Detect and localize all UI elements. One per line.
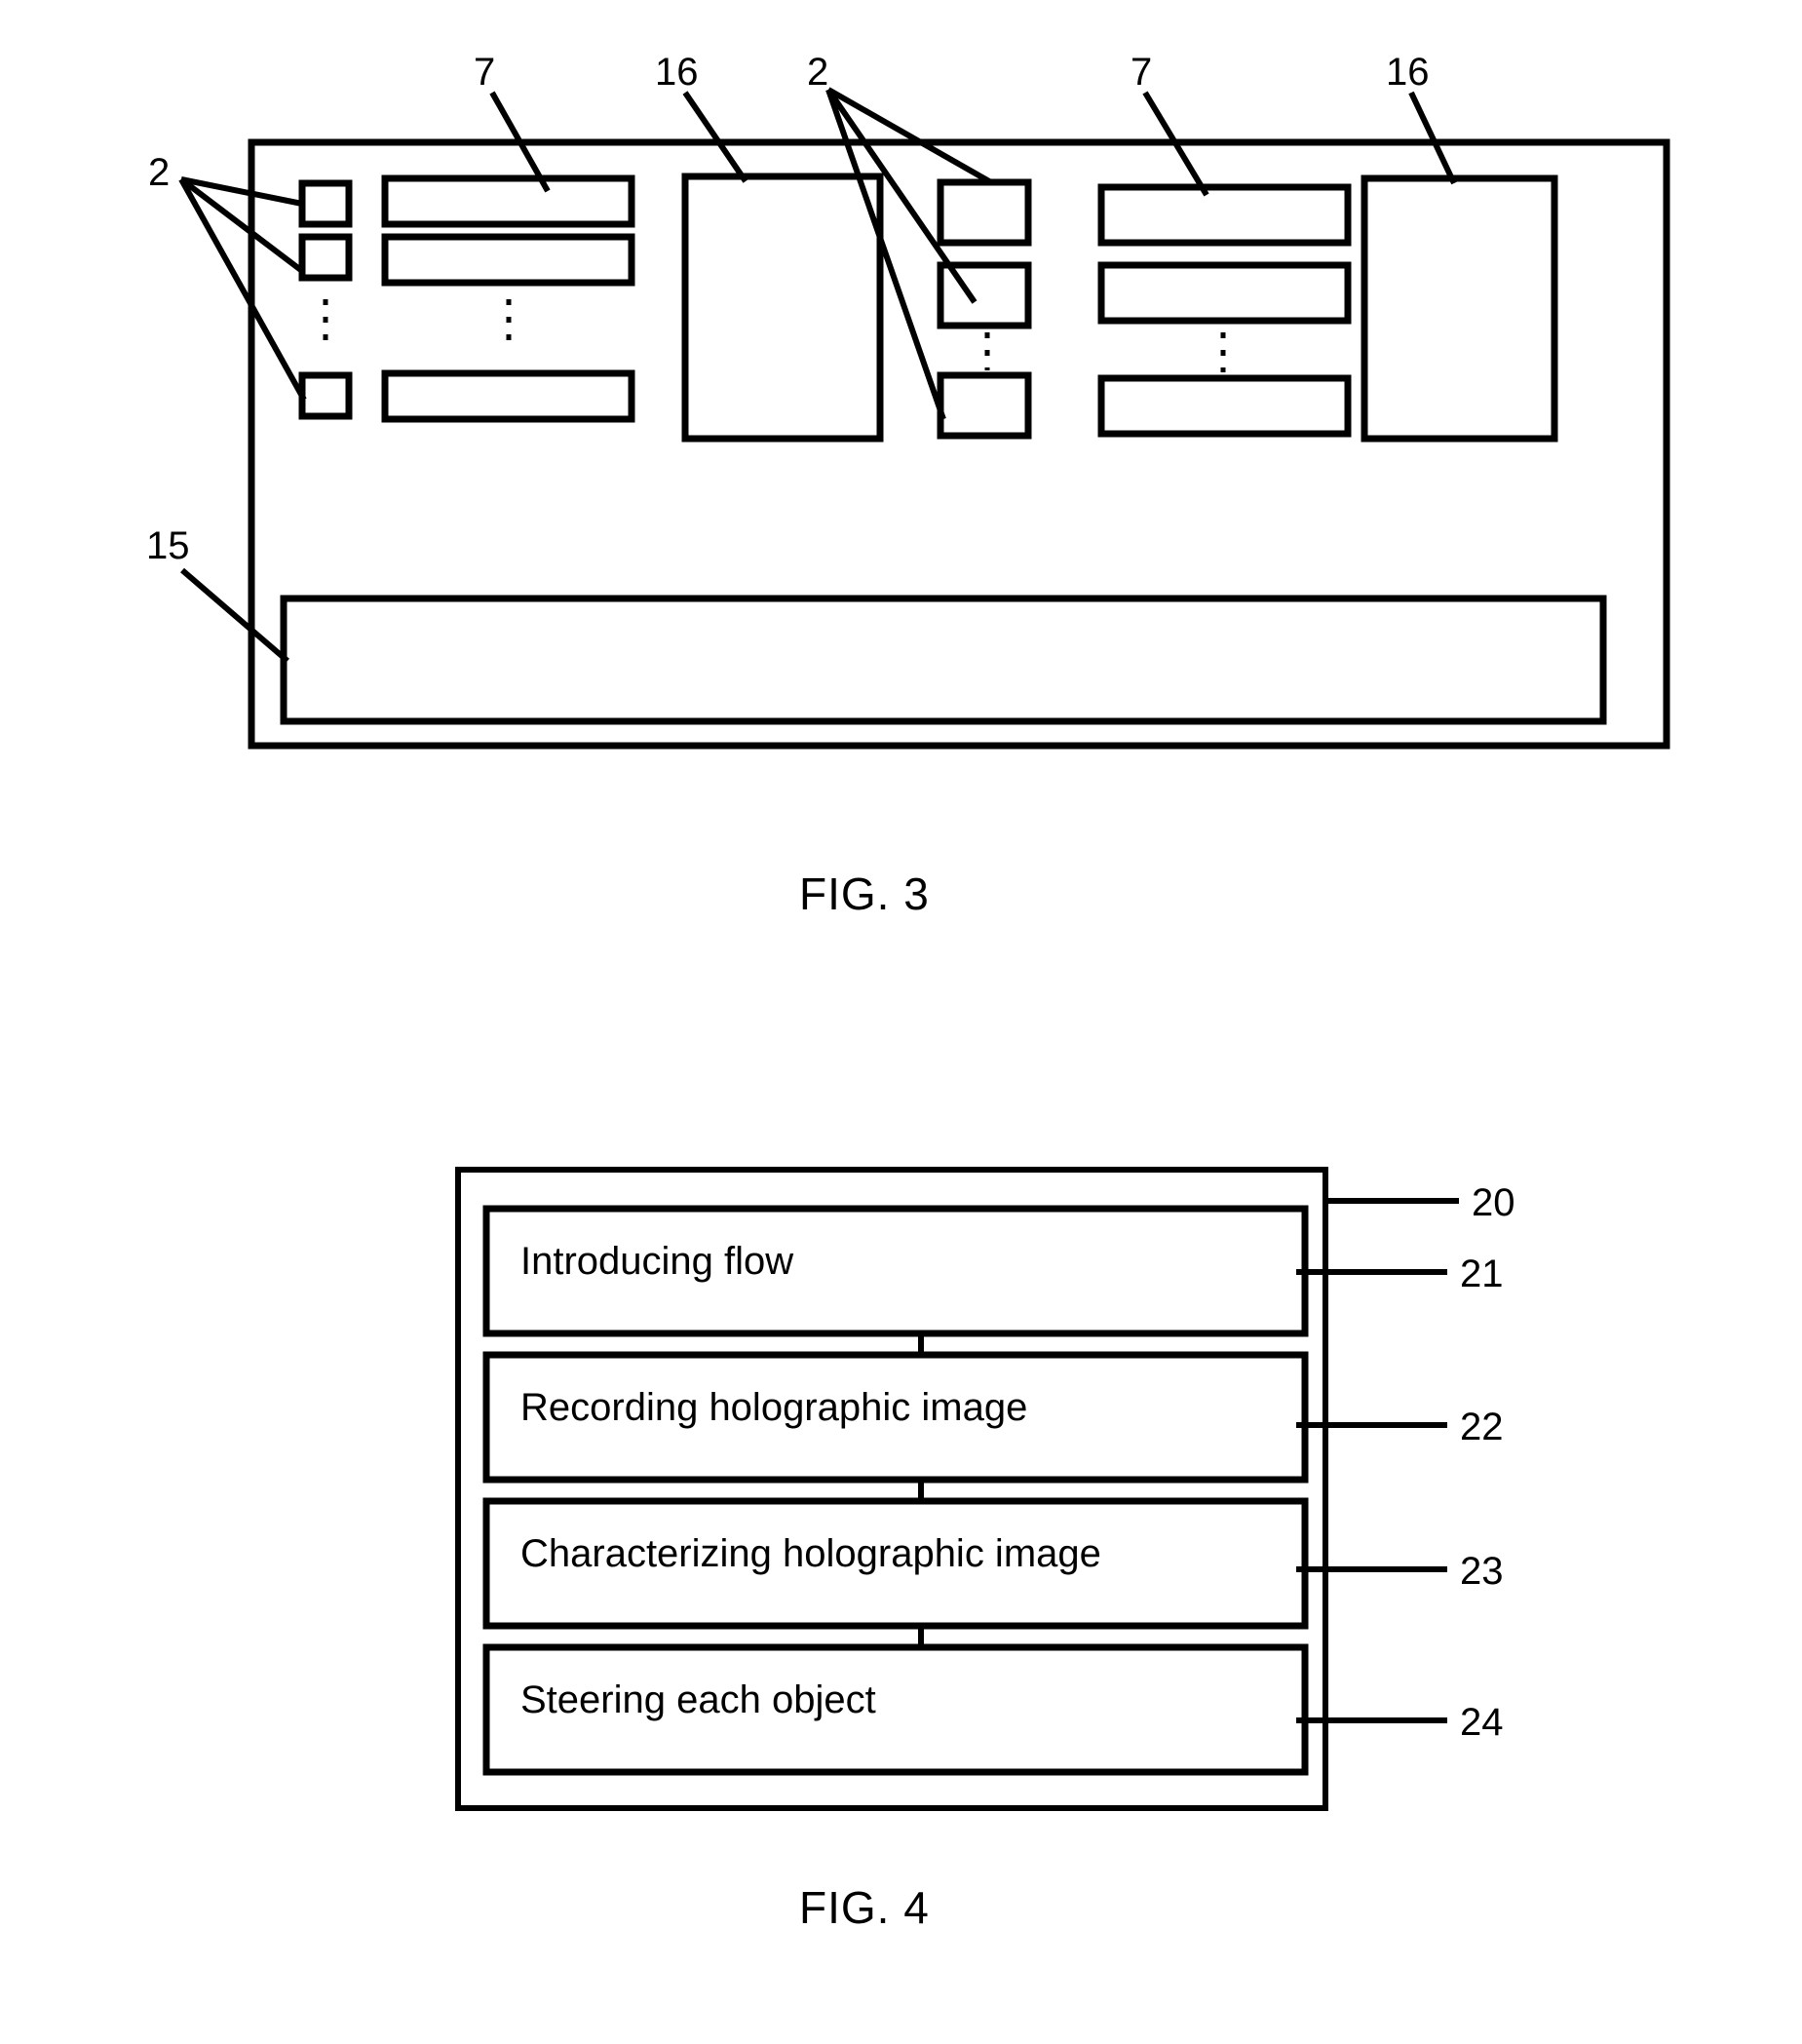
fig3-mid-wide-1 [1097,183,1352,247]
patent-figure-sheet: 7 16 2 7 16 2 15 FIG. 3 Introducing flow… [0,0,1802,2044]
fig4-numeral-20: 20 [1472,1181,1515,1224]
fig3-big-block-16-left [681,173,884,443]
fig3-numeral-2-left: 2 [148,151,171,194]
fig4-numeral-21: 21 [1460,1253,1504,1295]
fig3-numeral-16-left: 16 [655,51,699,94]
fig3-mid-square-3 [937,371,1032,440]
fig4-caption: FIG. 4 [799,1882,930,1933]
fig4-step-label-22: Recording holographic image [520,1386,1028,1429]
fig3-big-block-16-right [1361,174,1558,443]
fig3-left-square-1 [298,179,353,228]
fig3-bottom-bar-15 [280,595,1607,725]
fig3-left-square-2 [298,233,353,282]
fig3-caption: FIG. 3 [799,868,930,919]
fig4-numeral-24: 24 [1460,1701,1504,1744]
fig4-numeral-22: 22 [1460,1406,1504,1448]
fig3-left-wide-1 [381,174,635,228]
fig3-numeral-15: 15 [146,524,190,567]
fig3-mid-wide-3 [1097,374,1352,438]
fig3-mid-square-1 [937,178,1032,247]
fig3-left-square-3 [298,371,353,420]
figure-geometry [178,87,1670,1811]
fig3-numeral-7-right: 7 [1131,51,1153,94]
fig3-numeral-7-left: 7 [474,51,496,94]
fig4-step-label-24: Steering each object [520,1678,876,1721]
fig3-group [178,87,1670,750]
fig3-mid-wide-2 [1097,261,1352,325]
fig4-numeral-23: 23 [1460,1550,1504,1593]
fig4-step-label-21: Introducing flow [520,1240,794,1283]
fig3-numeral-2-mid: 2 [807,51,829,94]
fig4-step-label-23: Characterizing holographic image [520,1532,1101,1575]
fig3-left-wide-2 [381,233,635,287]
fig3-left-wide-3 [381,369,635,423]
fig3-numeral-16-right: 16 [1386,51,1430,94]
